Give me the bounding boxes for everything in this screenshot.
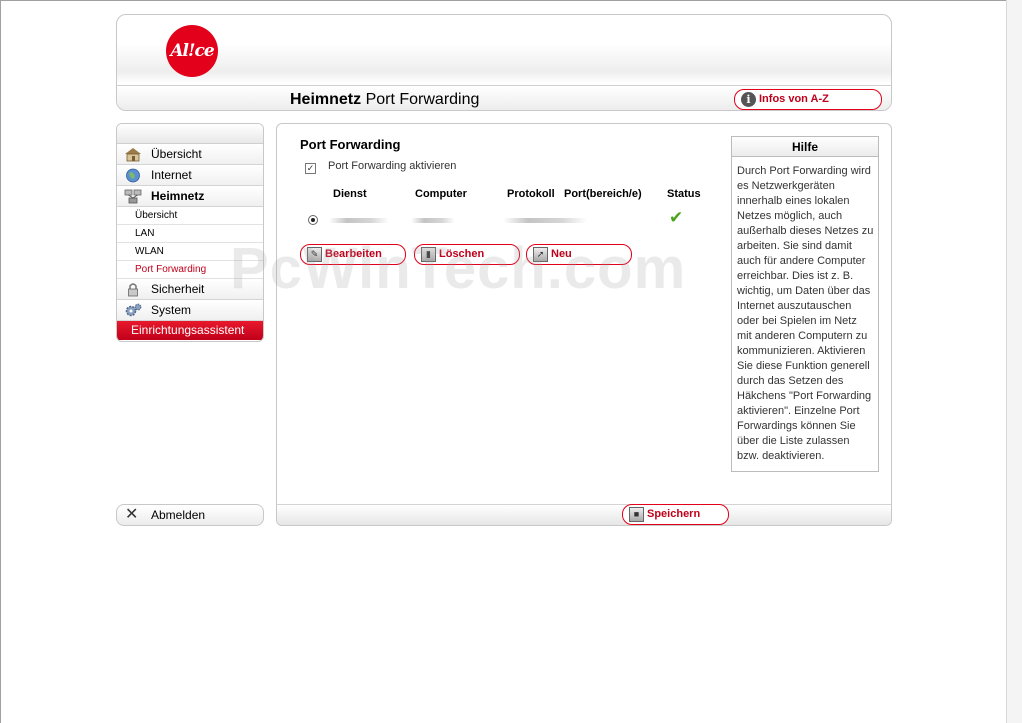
status-check-icon: ✔ [669,208,684,227]
globe-icon [126,168,140,183]
new-button[interactable]: ➚ Neu [526,244,632,265]
network-icon [124,189,142,204]
trash-icon: ▮ [421,247,436,262]
sidebar-top [117,124,263,144]
redacted-service-cell [329,218,389,223]
house-icon [125,148,141,162]
window-frame-top [0,0,1022,1]
sidebar-subitem-wlan[interactable]: WLAN [117,243,263,261]
sidebar: Übersicht Internet Heimnetz Übersicht LA… [116,123,264,342]
floppy-disk-icon: ■ [629,507,644,522]
sidebar-item-label: System [151,303,192,317]
sidebar-item-uebersicht[interactable]: Übersicht [117,144,263,165]
column-header-port: Port(bereich/e) [564,188,642,200]
content-footer-bar [277,504,891,525]
content-panel: Port Forwarding ✓ Port Forwarding aktivie… [276,123,892,526]
page-title: Heimnetz Port Forwarding [290,91,479,109]
info-icon: i [741,92,756,107]
help-title: Hilfe [732,137,878,157]
help-box: Hilfe Durch Port Forwarding wird es Netz… [731,136,879,472]
window-frame-left [0,0,1,723]
sidebar-subitem-port-forwarding[interactable]: Port Forwarding [117,261,263,279]
logout-button[interactable]: ✕ Abmelden [116,504,264,526]
header: Al!ce Heimnetz Port Forwarding i Infos v… [116,14,892,111]
sidebar-item-heimnetz[interactable]: Heimnetz [117,186,263,207]
sidebar-item-system[interactable]: System [117,300,263,321]
redacted-computer-cell [411,218,455,223]
setup-wizard-button[interactable]: Einrichtungsassistent [117,321,263,340]
edit-button[interactable]: ✎ Bearbeiten [300,244,406,265]
alice-logo: Al!ce [166,25,218,77]
edit-icon: ✎ [307,247,322,262]
sidebar-item-label: Sicherheit [151,282,205,296]
column-header-dienst: Dienst [333,188,367,200]
help-text: Durch Port Forwarding wird es Netzwerkge… [737,165,874,462]
column-header-status: Status [667,188,701,200]
save-label: Speichern [647,508,701,520]
rule-select-radio[interactable] [308,215,318,225]
sidebar-subitem-uebersicht[interactable]: Übersicht [117,207,263,225]
lock-icon [128,283,138,297]
section-title: Port Forwarding [300,137,401,152]
redacted-protocol-port-cell [503,218,587,223]
infos-a-z-button[interactable]: i Infos von A-Z [734,89,882,110]
logout-x-icon: ✕ [125,506,139,523]
new-document-icon: ➚ [533,247,548,262]
enable-port-forwarding-checkbox[interactable]: ✓ [305,163,316,174]
sidebar-item-sicherheit[interactable]: Sicherheit [117,279,263,300]
page-title-page: Port Forwarding [361,91,480,108]
infos-a-z-label: Infos von A-Z [759,93,829,105]
new-label: Neu [551,248,572,260]
save-button[interactable]: ■ Speichern [622,504,729,525]
header-bar: Heimnetz Port Forwarding i Infos von A-Z [117,85,891,110]
page-title-section: Heimnetz [290,91,362,108]
delete-button[interactable]: ▮ Löschen [414,244,520,265]
gears-icon [125,303,142,317]
column-header-computer: Computer [415,188,467,200]
sidebar-item-internet[interactable]: Internet [117,165,263,186]
enable-port-forwarding-row: ✓ Port Forwarding aktivieren [305,160,456,174]
column-header-protokoll: Protokoll [507,188,555,200]
vertical-scrollbar[interactable] [1006,0,1022,723]
enable-port-forwarding-label: Port Forwarding aktivieren [328,160,457,172]
delete-label: Löschen [439,248,485,260]
sidebar-subitem-lan[interactable]: LAN [117,225,263,243]
sidebar-item-label: Heimnetz [151,189,205,203]
edit-label: Bearbeiten [325,248,382,260]
logout-label: Abmelden [151,508,206,522]
sidebar-item-label: Übersicht [151,147,202,161]
sidebar-item-label: Internet [151,168,192,182]
